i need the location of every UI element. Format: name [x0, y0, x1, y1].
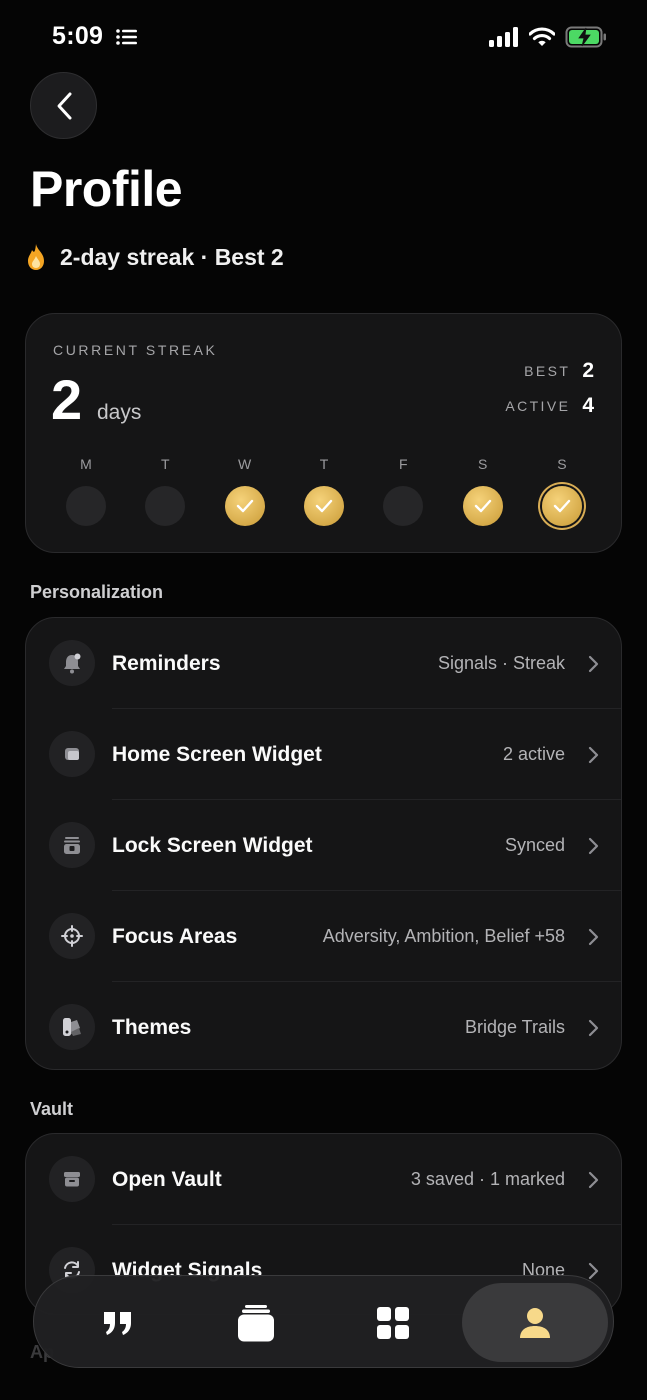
row-value: Signals · Streak: [437, 653, 565, 673]
row-value: 2 active: [502, 744, 565, 764]
row-label: Open Vault: [112, 1167, 222, 1191]
vault-row-open-vault[interactable]: Open Vault 3 saved · 1 marked: [26, 1134, 621, 1225]
day-complete-dot: [303, 486, 344, 526]
day-5: S: [462, 456, 503, 526]
day-0: M: [66, 456, 106, 526]
active-label: ACTIVE: [505, 398, 571, 414]
chevron-right-icon: [588, 1262, 599, 1280]
day-2: W: [224, 456, 265, 526]
bell-icon-container: [49, 640, 95, 686]
chevron-right-icon: [588, 746, 599, 764]
personalization-card: Reminders Signals · Streak Home Screen Wid…: [25, 617, 622, 1070]
streak-caption: CURRENT STREAK: [53, 342, 218, 358]
personalization-row-focus-areas[interactable]: Focus Areas Adversity, Ambition, Belief +…: [26, 891, 621, 982]
checkmark-icon: [315, 499, 333, 513]
widget-icon-container: [49, 731, 95, 777]
checkmark-icon: [236, 499, 253, 513]
day-empty-dot: [383, 486, 424, 526]
row-label: Reminders: [112, 651, 221, 675]
lock-icon-container: [49, 822, 95, 868]
day-empty-dot: [145, 486, 186, 526]
chevron-right-icon: [588, 1171, 599, 1189]
week-days: MTWTFSS: [66, 456, 582, 526]
archive-icon-container: [49, 1156, 95, 1202]
row-value: Synced: [504, 835, 565, 855]
palette-icon: [63, 1018, 81, 1036]
chevron-left-icon: [57, 92, 71, 119]
widget-icon: [65, 748, 79, 760]
row-value: 3 saved · 1 marked: [410, 1169, 565, 1189]
bell-icon: [64, 653, 81, 674]
personalization-row-reminders[interactable]: Reminders Signals · Streak: [26, 618, 621, 709]
cards-icon: [237, 1304, 274, 1341]
battery-charging-icon: [565, 26, 606, 48]
tab-grid[interactable]: [324, 1283, 461, 1362]
flame-icon: [28, 244, 44, 270]
row-value: Bridge Trails: [464, 1017, 565, 1037]
day-letter: M: [80, 456, 92, 472]
day-empty-dot: [66, 486, 106, 526]
streak-card: CURRENT STREAK 2 days BEST 2 ACTIVE 4 M T…: [25, 313, 622, 553]
tab-quotes[interactable]: [49, 1283, 186, 1362]
section-personalization: Personalization: [30, 582, 164, 602]
palette-icon-container: [49, 1004, 95, 1050]
day-complete-dot: [541, 486, 582, 526]
day-letter: S: [557, 456, 567, 472]
tab-profile[interactable]: [462, 1283, 608, 1362]
list-icon: [116, 29, 137, 45]
active-value: 4: [582, 394, 594, 417]
personalization-row-themes[interactable]: Themes Bridge Trails: [26, 982, 621, 1069]
status-bar: 5:09: [0, 0, 647, 72]
day-4: F: [383, 456, 424, 526]
personalization-row-lock-screen-widget[interactable]: Lock Screen Widget Synced: [26, 800, 621, 891]
streak-unit: days: [97, 401, 142, 424]
active-stat: ACTIVE 4: [505, 394, 594, 418]
chevron-right-icon: [588, 837, 599, 855]
crosshair-icon: [61, 925, 83, 947]
day-letter: W: [238, 456, 252, 472]
day-letter: T: [319, 456, 329, 472]
wifi-icon: [529, 27, 555, 46]
page-title: Profile: [30, 161, 183, 217]
best-label: BEST: [524, 363, 571, 379]
row-label: Focus Areas: [112, 924, 238, 948]
status-time: 5:09: [52, 22, 104, 50]
day-1: T: [145, 456, 186, 526]
day-letter: F: [399, 456, 408, 472]
day-complete-dot: [224, 486, 265, 526]
best-value: 2: [582, 359, 594, 382]
row-label: Themes: [112, 1015, 192, 1039]
back-button[interactable]: [30, 72, 97, 139]
tab-bar: [33, 1275, 614, 1368]
quotes-icon: [103, 1311, 131, 1335]
best-stat: BEST 2: [524, 359, 594, 383]
chevron-right-icon: [588, 928, 599, 946]
personalization-row-home-screen-widget[interactable]: Home Screen Widget 2 active: [26, 709, 621, 800]
streak-number: 2: [51, 368, 83, 431]
section-vault: Vault: [30, 1099, 74, 1119]
chevron-right-icon: [588, 655, 599, 673]
cellular-signal-icon: [489, 27, 518, 47]
checkmark-icon: [474, 499, 491, 513]
streak-summary: 2-day streak · Best 2: [24, 243, 284, 271]
streak-summary-text: 2-day streak · Best 2: [60, 243, 284, 270]
grid-icon: [376, 1306, 409, 1339]
day-letter: S: [477, 456, 488, 472]
crosshair-icon-container: [49, 913, 95, 959]
day-letter: T: [161, 456, 170, 472]
checkmark-icon: [553, 499, 571, 513]
day-6: S: [541, 456, 582, 526]
archive-icon: [64, 1172, 80, 1187]
row-value: Adversity, Ambition, Belief +58: [322, 926, 565, 946]
day-complete-dot: [462, 486, 503, 526]
row-label: Lock Screen Widget: [112, 833, 313, 857]
row-label: Home Screen Widget: [112, 742, 322, 766]
lock-icon: [64, 837, 80, 854]
day-3: T: [303, 456, 344, 526]
chevron-right-icon: [588, 1019, 599, 1037]
tab-cards[interactable]: [187, 1283, 324, 1362]
profile-icon: [520, 1307, 550, 1338]
